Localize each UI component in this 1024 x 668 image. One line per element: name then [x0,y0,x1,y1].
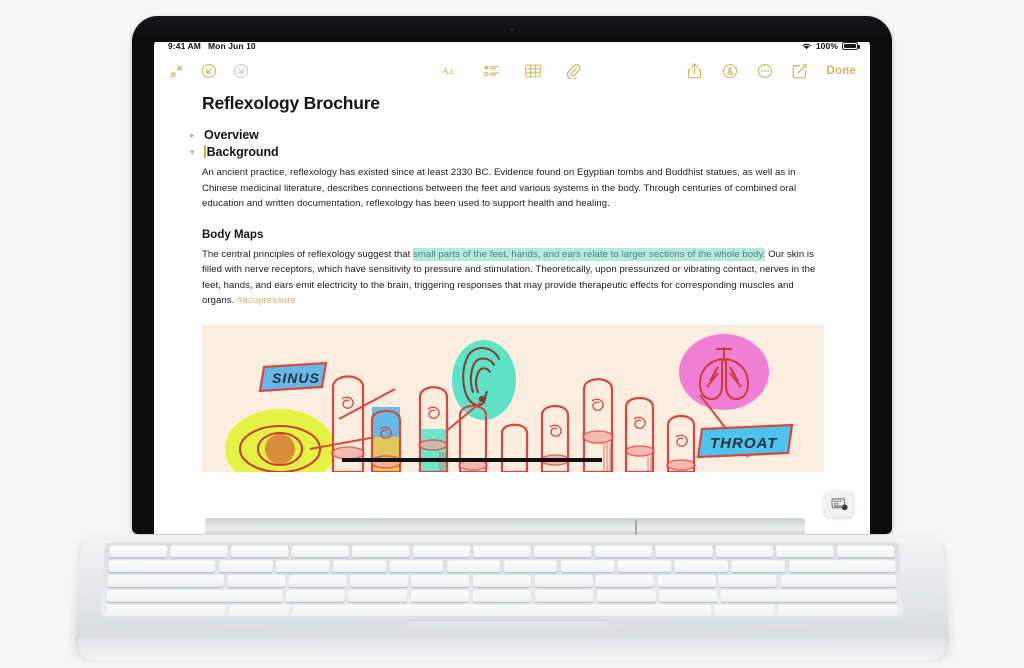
battery-full-icon [842,42,860,50]
format-text-icon[interactable]: Aa [442,63,459,80]
chevron-right-icon[interactable]: ▸ [190,130,199,140]
markup-pen-circle-icon[interactable] [721,63,738,80]
note-toolbar: Aa Done [154,55,870,87]
background-paragraph[interactable]: An ancient practice, reflexology has exi… [202,165,824,212]
wifi-icon [801,42,812,50]
note-title: Reflexology Brochure [202,93,380,113]
screenshot-stage: 9:41 AM Mon Jun 10 100% Aa Done Reflexol… [0,0,1024,668]
keyboard-body[interactable] [74,534,950,653]
highlighted-text[interactable]: small parts of the feet, hands, and ears… [413,247,766,261]
attachment-paperclip-icon[interactable] [565,63,582,80]
toolbar-right-group: Done [686,63,856,80]
section-header-background[interactable]: ▾ Background [190,145,824,159]
keyboard-front-edge [78,638,946,660]
status-bar-time: 9:41 AM [168,41,201,51]
note-content: Reflexology Brochure ▸ Overview ▾ Backgr… [154,87,870,472]
keyboard-keys[interactable] [100,542,904,616]
toolbar-center-group: Aa [442,63,582,80]
ipad-device-frame: 9:41 AM Mon Jun 10 100% Aa Done Reflexol… [132,16,892,534]
checklist-icon[interactable] [483,63,500,80]
undo-icon[interactable] [200,63,217,80]
section-heading-text: Background [206,145,279,159]
compose-new-note-icon[interactable] [791,63,808,80]
redo-icon[interactable] [232,63,249,80]
hashtag-link[interactable]: #acupressure [237,295,296,306]
section-heading-label: Overview [204,128,259,142]
table-icon[interactable] [524,63,541,80]
section-header-overview[interactable]: ▸ Overview [190,128,824,142]
status-bar: 9:41 AM Mon Jun 10 100% [154,37,870,55]
collapse-arrows-icon[interactable] [168,63,185,80]
battery-percent-label: 100% [815,41,838,51]
paragraph-text-before: The central principles of reflexology su… [202,248,414,260]
reflexology-hand-diagram[interactable]: SINUS THROAT [202,324,824,472]
text-cursor [204,145,206,158]
status-bar-date: Mon Jun 10 [207,41,256,51]
more-ellipsis-circle-icon[interactable] [756,63,773,80]
magic-keyboard [0,506,1024,668]
body-maps-paragraph[interactable]: The central principles of reflexology su… [202,247,824,309]
done-button[interactable]: Done [826,65,856,77]
svg-text:SINUS: SINUS [272,370,320,386]
ipad-screen: 9:41 AM Mon Jun 10 100% Aa Done Reflexol… [154,37,870,534]
chevron-down-icon[interactable]: ▾ [190,147,199,157]
body-maps-heading: Body Maps [202,228,264,241]
front-camera-icon [509,27,515,32]
share-icon[interactable] [686,63,703,80]
section-heading-label: Background [204,145,279,159]
svg-text:THROAT: THROAT [710,435,778,452]
svg-text:Aa: Aa [442,66,454,77]
